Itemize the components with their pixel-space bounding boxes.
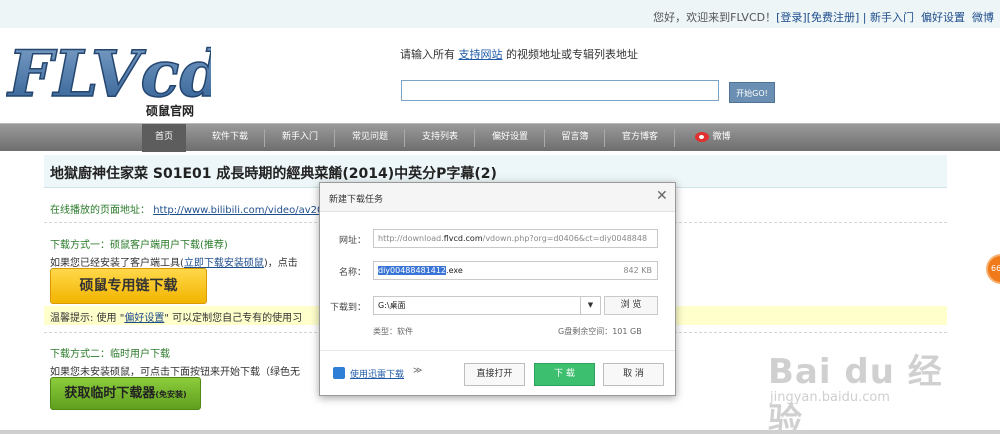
watermark-sub: jingyan.baidu.com (770, 390, 890, 405)
nav-divider (474, 129, 475, 147)
logo-wordmark: FLVcd (6, 37, 211, 112)
nav-guide[interactable]: 新手入门 (270, 124, 330, 152)
top-bar: 您好，欢迎来到FLVCD！[登录][免费注册] | 新手入门 偏好设置 微博 (0, 0, 1000, 28)
nav-divider (604, 129, 605, 147)
thunder-icon (333, 367, 345, 379)
logo-subtitle: 硕鼠官网 (146, 104, 195, 118)
play-url-label: 在线播放的页面地址： (50, 205, 150, 216)
thunder-download-link[interactable]: 使用迅雷下载 (350, 367, 404, 380)
nav-divider (674, 129, 675, 147)
nav-divider (404, 129, 405, 147)
temp-downloader-button[interactable]: 获取临时下载器(免安装) (50, 377, 201, 410)
expand-chevron-icon[interactable]: ≫ (413, 366, 422, 376)
nav-divider (334, 129, 335, 147)
method1-desc-after: )，点击 (263, 258, 298, 269)
video-title: 地獄廚神住家菜 S01E01 成長時期的經典菜餚(2014)中英分P字幕(2) (50, 166, 497, 182)
flvcd-download-button[interactable]: 硕鼠专用链下载 (50, 268, 207, 304)
name-label: 名称： (338, 268, 366, 278)
url-field[interactable]: http://download.flvcd.com/vdown.php?org=… (373, 229, 658, 248)
url-part-2: flvcd.com (443, 234, 483, 243)
method2-title: 下载方式二：临时用户下载 (50, 349, 170, 360)
nav-prefs[interactable]: 偏好设置 (480, 124, 540, 152)
guide-link[interactable]: 新手入门 (870, 11, 914, 24)
nav-faq[interactable]: 常见问题 (340, 124, 400, 152)
watermark-main: Bai du 经验 (768, 352, 943, 434)
url-part-1: http://download. (378, 234, 444, 243)
filename-field[interactable]: diy00488481412.exe 842 KB (373, 261, 658, 280)
floating-badge[interactable]: 66 (986, 254, 1000, 284)
temp-downloader-note: (免安装) (155, 390, 187, 399)
weibo-link[interactable]: 微博 (972, 11, 994, 24)
save-path-select[interactable]: G:\桌面 ▼ (373, 296, 601, 315)
tip-after: " 可以定制您自己专有的使用习 (164, 313, 303, 324)
close-icon[interactable]: ✕ (656, 188, 668, 204)
dialog-title: 新建下载任务 (329, 195, 384, 205)
nav-divider (544, 129, 545, 147)
search-prompt: 请输入所有 支持网站 的视频地址或专辑列表地址 (400, 46, 638, 62)
welcome-text: 您好，欢迎来到FLVCD！ (653, 11, 777, 24)
supported-sites-link[interactable]: 支持网站 (459, 48, 503, 61)
nav-software[interactable]: 软件下载 (200, 124, 260, 152)
url-part-3: /vdown.php?org=d0406&ct=diy0048848 (482, 234, 648, 243)
main-nav: 首页 软件下载 新手入门 常见问题 支持列表 偏好设置 留言簿 官方博客 微博 (0, 123, 1000, 152)
method2-desc: 如果您未安装硕鼠，可点击下面按钮来开始下载（绿色无 (50, 367, 300, 378)
video-url-input[interactable] (401, 80, 719, 101)
play-url-line: 在线播放的页面地址： http://www.bilibili.com/video… (50, 201, 323, 216)
baidu-watermark: Bai du 经验 jingyan.baidu.com (768, 344, 948, 434)
nav-guestbook[interactable]: 留言簿 (550, 124, 600, 152)
save-path-value: G:\桌面 (378, 301, 406, 310)
browse-button[interactable]: 浏 览 (604, 296, 658, 315)
cancel-button[interactable]: 取 消 (603, 363, 664, 386)
url-label: 网址： (338, 236, 366, 246)
open-directly-button[interactable]: 直接打开 (464, 363, 525, 386)
prefs-link[interactable]: 偏好设置 (124, 313, 164, 324)
filename-selected: diy00488481412 (378, 266, 447, 275)
saveto-label: 下载到： (329, 303, 366, 313)
nav-divider (264, 129, 265, 147)
prefs-link[interactable]: 偏好设置 (921, 11, 965, 24)
filename-ext: .exe (446, 266, 463, 275)
weibo-icon (695, 131, 710, 142)
separator: | (859, 11, 870, 24)
nav-home[interactable]: 首页 (142, 124, 186, 152)
register-link[interactable]: [免费注册] (807, 11, 860, 24)
login-link[interactable]: [登录] (776, 11, 807, 24)
dialog-header: 新建下载任务 ✕ (320, 183, 675, 212)
top-links: 您好，欢迎来到FLVCD！[登录][免费注册] | 新手入门 偏好设置 微博 (653, 9, 994, 25)
free-space: G盘剩余空间：101 GB (558, 327, 642, 336)
nav-weibo-label: 微博 (712, 132, 731, 142)
tip-before: 温馨提示: 使用 " (50, 313, 125, 324)
nav-weibo[interactable]: 微博 (688, 124, 738, 152)
method1-title: 下载方式一：硕鼠客户端用户下载(推荐) (50, 240, 228, 251)
go-button[interactable]: 开始GO! (729, 82, 775, 103)
file-size: 842 KB (623, 266, 652, 275)
tip-text: 温馨提示: 使用 "偏好设置" 可以定制您自己专有的使用习 (50, 309, 302, 324)
play-url-link[interactable]: http://www.bilibili.com/video/av20 (153, 205, 323, 216)
new-download-dialog: 新建下载任务 ✕ 网址： http://download.flvcd.com/v… (319, 182, 676, 396)
chevron-down-icon[interactable]: ▼ (580, 297, 600, 314)
nav-support-list[interactable]: 支持列表 (410, 124, 470, 152)
file-type: 类型：软件 (373, 327, 413, 336)
temp-downloader-label: 获取临时下载器 (64, 386, 156, 401)
prompt-text-before: 请输入所有 (400, 48, 455, 61)
download-button[interactable]: 下 载 (534, 363, 595, 386)
nav-blog[interactable]: 官方博客 (610, 124, 670, 152)
method1-desc: 如果您已经安装了客户端工具(立即下载安装硕鼠)，点击 (50, 254, 298, 269)
prompt-text-after: 的视频地址或专辑列表地址 (506, 48, 638, 61)
